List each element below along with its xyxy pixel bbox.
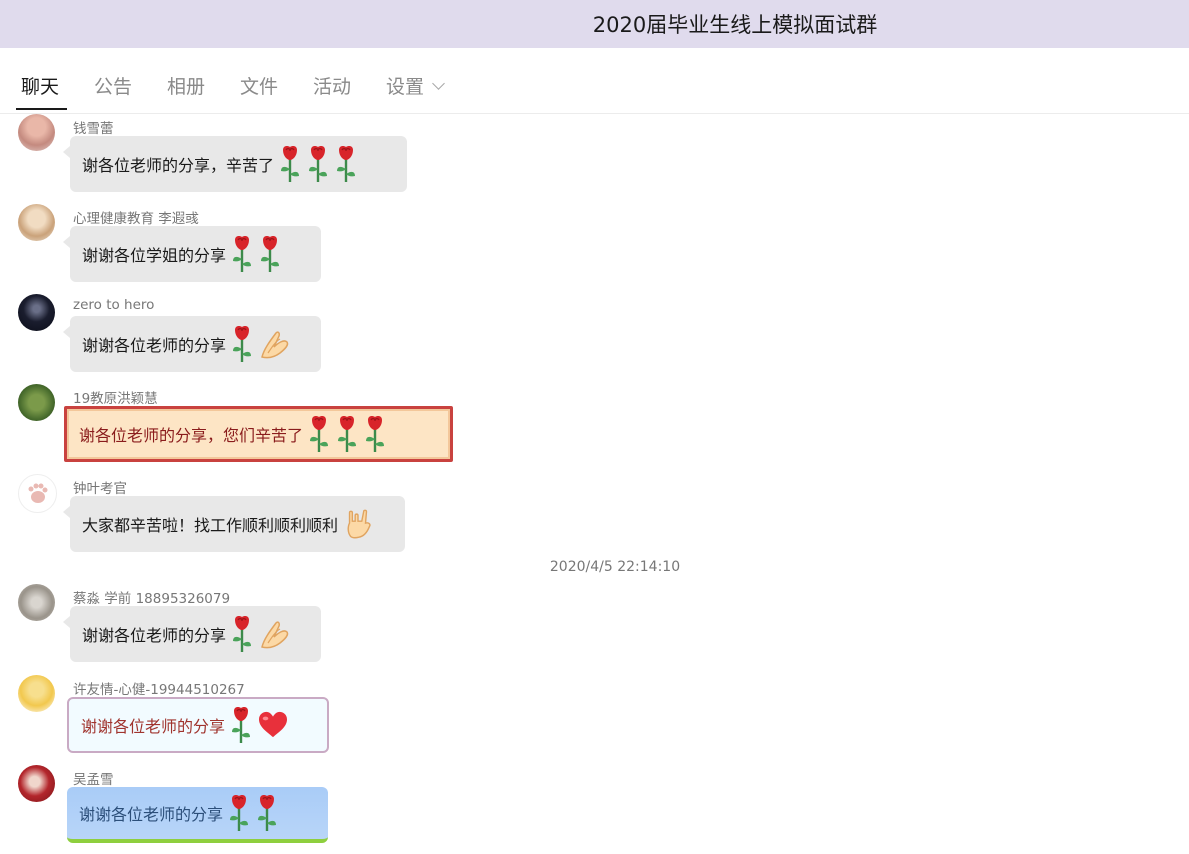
avatar[interactable]: [18, 114, 55, 151]
tab-album[interactable]: 相册: [167, 72, 205, 99]
avatar[interactable]: [18, 675, 55, 712]
title-bar: 2020届毕业生线上模拟面试群: [0, 0, 1189, 48]
message-bubble[interactable]: 谢各位老师的分享，您们辛苦了: [64, 406, 453, 462]
praying-hands-icon: [258, 327, 292, 361]
rose-icon: [255, 794, 279, 832]
window-title: 2020届毕业生线上模拟面试群: [592, 13, 878, 37]
sender-name: 吴孟雪: [73, 772, 114, 788]
sender-name: 19教原洪颖慧: [73, 391, 158, 407]
sender-name: 心理健康教育 李遐彧: [73, 211, 199, 227]
rose-icon: [230, 615, 254, 653]
tab-settings-label: 设置: [386, 76, 425, 98]
message-text: 谢谢各位学姐的分享: [82, 246, 227, 265]
rose-icon: [334, 145, 358, 183]
paw-icon: [28, 483, 48, 503]
message-text: 大家都辛苦啦！找工作顺利顺利顺利: [82, 516, 339, 535]
message-text: 谢谢各位老师的分享: [79, 805, 224, 824]
rose-icon: [230, 325, 254, 363]
message-text: 谢各位老师的分享，您们辛苦了: [79, 426, 304, 445]
message-bubble[interactable]: 大家都辛苦啦！找工作顺利顺利顺利: [63, 496, 405, 552]
sender-name: 许友情-心健-19944510267: [73, 682, 245, 698]
avatar[interactable]: [18, 474, 57, 513]
rose-icon: [230, 235, 254, 273]
chevron-down-icon: [432, 77, 445, 90]
avatar[interactable]: [18, 584, 55, 621]
tab-settings[interactable]: 设置: [386, 72, 445, 99]
avatar[interactable]: [18, 204, 55, 241]
rock-hand-icon: [342, 507, 374, 541]
tab-bar: 聊天 公告 相册 文件 活动 设置: [0, 48, 1189, 114]
sender-name: 钟叶考官: [73, 481, 127, 497]
sender-name: 钱雪蕾: [73, 121, 114, 137]
tab-files[interactable]: 文件: [240, 72, 278, 99]
rose-icon: [227, 794, 251, 832]
message-bubble[interactable]: 谢谢各位老师的分享: [63, 606, 321, 662]
message-text: 谢各位老师的分享，辛苦了: [82, 156, 275, 175]
message-bubble[interactable]: 谢谢各位老师的分享: [67, 787, 328, 843]
avatar[interactable]: [18, 765, 55, 802]
chat-messages[interactable]: 钱雪蕾 谢各位老师的分享，辛苦了 心理健康教育 李遐彧 谢谢各位学姐的分享 ze…: [0, 114, 1189, 854]
sender-name: zero to hero: [73, 297, 155, 313]
avatar[interactable]: [18, 384, 55, 421]
rose-icon: [229, 706, 253, 744]
message-bubble[interactable]: 谢谢各位老师的分享: [67, 697, 329, 753]
tab-activities[interactable]: 活动: [313, 72, 351, 99]
rose-icon: [307, 415, 331, 453]
message-timestamp: 2020/4/5 22:14:10: [549, 559, 681, 575]
sender-name: 蔡淼 学前 18895326079: [73, 591, 231, 607]
tab-announcements[interactable]: 公告: [94, 72, 132, 99]
tab-chat[interactable]: 聊天: [21, 72, 59, 99]
message-text: 谢谢各位老师的分享: [81, 717, 226, 736]
message-bubble[interactable]: 谢谢各位学姐的分享: [63, 226, 321, 282]
avatar[interactable]: [18, 294, 55, 331]
active-tab-indicator: [16, 108, 67, 110]
message-text: 谢谢各位老师的分享: [82, 336, 227, 355]
rose-icon: [258, 235, 282, 273]
heart-icon: [257, 711, 289, 739]
message-text: 谢谢各位老师的分享: [82, 626, 227, 645]
praying-hands-icon: [258, 617, 292, 651]
rose-icon: [306, 145, 330, 183]
rose-icon: [363, 415, 387, 453]
rose-icon: [278, 145, 302, 183]
message-bubble[interactable]: 谢谢各位老师的分享: [63, 316, 321, 372]
rose-icon: [335, 415, 359, 453]
message-bubble[interactable]: 谢各位老师的分享，辛苦了: [63, 136, 407, 192]
